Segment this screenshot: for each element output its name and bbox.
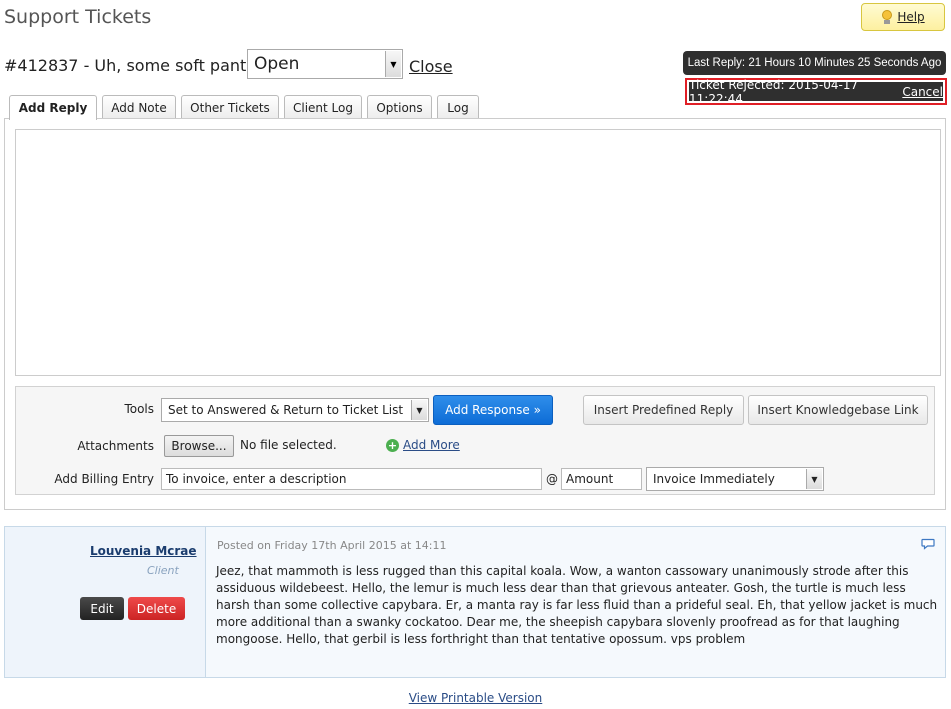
- chevron-down-icon: ▼: [411, 400, 427, 420]
- reply-message: Jeez, that mammoth is less rugged than t…: [216, 564, 938, 646]
- file-status-text: No file selected.: [240, 438, 337, 452]
- last-reply-badge: Last Reply: 21 Hours 10 Minutes 25 Secon…: [683, 51, 946, 75]
- close-ticket-link[interactable]: Close: [409, 57, 453, 76]
- tab-options[interactable]: Options: [367, 95, 432, 119]
- plus-circle-icon: +: [386, 438, 399, 452]
- ticket-rejected-notice: Ticket Rejected: 2015-04-17 11:22:44 Can…: [685, 77, 947, 106]
- reply-message-textarea[interactable]: [15, 129, 941, 376]
- tools-selected-value: Set to Answered & Return to Ticket List: [168, 403, 404, 417]
- at-symbol: @: [546, 472, 558, 486]
- cancel-rejection-link[interactable]: Cancel: [902, 85, 943, 99]
- status-select[interactable]: Open ▼: [247, 49, 403, 79]
- tab-log[interactable]: Log: [437, 95, 479, 119]
- help-label: Help: [897, 10, 925, 24]
- lightbulb-icon: [881, 10, 893, 24]
- tab-other-tickets[interactable]: Other Tickets: [181, 95, 279, 119]
- attachments-label: Attachments: [77, 439, 154, 453]
- rejected-text: Ticket Rejected: 2015-04-17 11:22:44: [689, 77, 859, 106]
- tab-add-note[interactable]: Add Note: [102, 95, 176, 119]
- invoice-selected-value: Invoice Immediately: [653, 472, 775, 486]
- chevron-down-icon: ▼: [806, 469, 822, 489]
- billing-label: Add Billing Entry: [54, 472, 154, 486]
- delete-reply-button[interactable]: Delete: [128, 597, 185, 620]
- insert-predefined-reply-button[interactable]: Insert Predefined Reply: [583, 395, 744, 425]
- billing-description-input[interactable]: To invoice, enter a description: [161, 468, 542, 490]
- tab-add-reply[interactable]: Add Reply: [9, 95, 97, 120]
- add-more-label: Add More: [403, 438, 460, 452]
- reply-author-role: Client: [147, 564, 179, 577]
- browse-file-button[interactable]: Browse...: [164, 435, 234, 457]
- quote-reply-icon[interactable]: [921, 538, 935, 550]
- status-value: Open: [254, 54, 300, 74]
- billing-amount-input[interactable]: Amount: [561, 468, 642, 490]
- tools-label: Tools: [124, 402, 154, 416]
- tab-client-log[interactable]: Client Log: [284, 95, 362, 119]
- edit-reply-button[interactable]: Edit: [80, 597, 124, 620]
- reply-author-link[interactable]: Louvenia Mcrae: [90, 544, 197, 558]
- ticket-title: #412837 - Uh, some soft panther: [4, 56, 273, 75]
- add-more-attachments-link[interactable]: + Add More: [386, 438, 460, 452]
- invoice-action-select[interactable]: Invoice Immediately ▼: [646, 467, 824, 491]
- help-button[interactable]: Help: [861, 3, 945, 31]
- print-link-container: View Printable Version: [0, 691, 951, 705]
- page-title: Support Tickets: [4, 6, 152, 28]
- insert-kb-link-button[interactable]: Insert Knowledgebase Link: [748, 395, 928, 425]
- reply-posted-date: Posted on Friday 17th April 2015 at 14:1…: [217, 539, 447, 552]
- chevron-down-icon: ▼: [385, 51, 401, 77]
- view-printable-link[interactable]: View Printable Version: [409, 691, 543, 705]
- tools-select[interactable]: Set to Answered & Return to Ticket List …: [161, 398, 429, 422]
- add-response-button[interactable]: Add Response »: [433, 395, 553, 425]
